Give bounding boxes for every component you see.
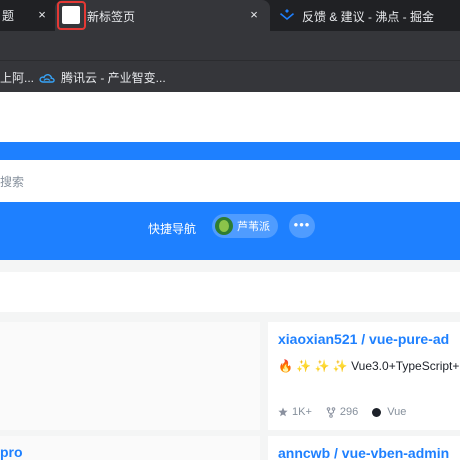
repo-title-link[interactable]: xiaoxian521 / vue-pure-ad — [278, 331, 449, 347]
browser-toolbar — [0, 31, 460, 60]
shortcut-button[interactable]: 芦苇派 — [212, 214, 278, 238]
new-tab-page: 搜索 快捷导航 芦苇派 ••• xiaoxian521 / vue-pure-a… — [0, 92, 460, 460]
fork-icon — [326, 406, 336, 418]
tab-title: 反馈 & 建议 - 沸点 - 掘金 — [302, 10, 435, 24]
quick-nav-label: 快捷导航 — [148, 222, 197, 236]
tab-previous[interactable]: 题 × — [0, 0, 53, 31]
shortcut-label: 芦苇派 — [237, 221, 270, 233]
repo-card[interactable]: pro — [0, 436, 260, 460]
repo-stats: 1K+ 296 Vue — [278, 406, 420, 418]
reed-logo-icon — [215, 217, 233, 235]
star-stat: 1K+ — [278, 406, 312, 418]
search-hero: 搜索 快捷导航 芦苇派 ••• — [0, 142, 460, 260]
search-input[interactable]: 搜索 — [0, 160, 460, 202]
bookmark-tencent-cloud[interactable]: 腾讯云 - 产业智变... — [39, 69, 166, 86]
bookmarks-bar: 上阿... 腾讯云 - 产业智变... — [0, 60, 460, 92]
tab-title: 题 — [2, 9, 15, 23]
repo-title-link[interactable]: pro — [0, 444, 23, 460]
close-icon[interactable]: × — [246, 7, 262, 23]
bookmark-label: 上阿... — [0, 71, 35, 85]
bookmark-item[interactable]: 上阿... — [0, 69, 34, 86]
tab-title: 新标签页 — [87, 10, 136, 24]
section-band — [0, 272, 460, 312]
star-count: 1K+ — [292, 406, 312, 418]
header-band — [0, 92, 460, 142]
tab-juejin[interactable]: 反馈 & 建议 - 沸点 - 掘金 — [272, 0, 460, 31]
star-icon — [278, 407, 288, 417]
search-placeholder: 搜索 — [0, 175, 25, 189]
repo-description: 🔥 ✨ ✨ ✨ Vue3.0+TypeScript+ — [278, 359, 460, 373]
language-label: Vue — [387, 406, 407, 418]
favicon-highlight-box — [57, 1, 86, 30]
repo-card[interactable]: anncwb / vue-vben-admin — [268, 436, 460, 460]
fork-stat: 296 — [326, 406, 358, 418]
juejin-icon — [280, 9, 294, 20]
repo-card[interactable] — [0, 322, 260, 430]
more-button[interactable]: ••• — [289, 214, 315, 238]
language-dot — [372, 407, 382, 417]
tab-new-tab[interactable]: 新标签页 × — [55, 0, 270, 31]
repo-card[interactable]: xiaoxian521 / vue-pure-ad 🔥 ✨ ✨ ✨ Vue3.0… — [268, 322, 460, 430]
repo-title-link[interactable]: anncwb / vue-vben-admin — [278, 445, 449, 460]
fork-count: 296 — [339, 406, 359, 418]
tab-strip: 题 × 新标签页 × 反馈 & 建议 - 沸点 - 掘金 — [0, 0, 460, 31]
close-icon[interactable]: × — [34, 7, 50, 23]
language-stat: Vue — [372, 406, 406, 418]
tencent-cloud-icon — [39, 73, 55, 83]
bookmark-label: 腾讯云 - 产业智变... — [61, 71, 166, 85]
